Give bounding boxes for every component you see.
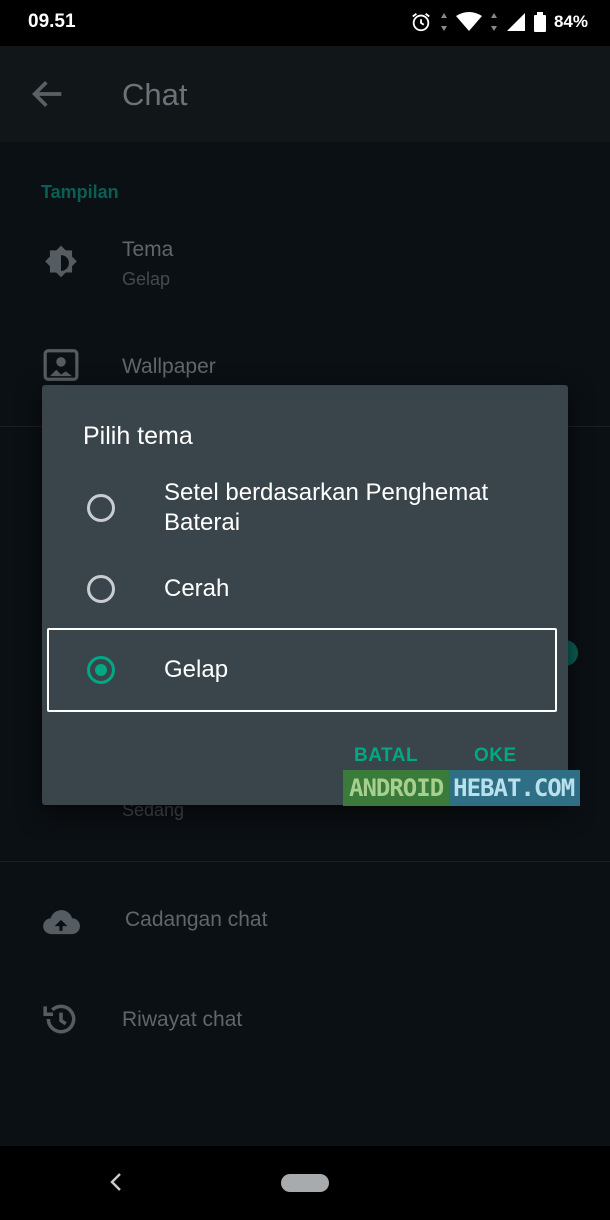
option-label: Setel berdasarkan Penghemat Baterai: [164, 479, 489, 536]
battery-icon: [533, 12, 546, 32]
ok-button[interactable]: OKE: [474, 745, 517, 767]
wifi-icon: [455, 12, 482, 31]
option-label: Cerah: [164, 575, 230, 602]
brightness-icon: [45, 245, 77, 278]
radio-button[interactable]: [87, 575, 115, 603]
option-light[interactable]: Cerah: [42, 561, 568, 621]
theme-title: Tema: [122, 238, 174, 261]
backup-title: Cadangan chat: [125, 908, 268, 931]
page-title: Chat: [122, 77, 188, 112]
option-label: Gelap: [164, 656, 229, 683]
data-arrows-icon: [440, 13, 447, 31]
navigation-bar: [0, 1146, 610, 1220]
cloud-upload-icon: [43, 910, 80, 935]
radio-button[interactable]: [87, 494, 115, 522]
cancel-button[interactable]: BATAL: [354, 745, 418, 767]
status-icons: 84%: [410, 11, 588, 33]
option-battery-saver[interactable]: Setel berdasarkan Penghemat Baterai: [42, 479, 568, 545]
app-bar: Chat: [0, 46, 610, 142]
watermark-part2: HEBAT.COM: [449, 770, 581, 806]
history-title: Riwayat chat: [122, 1008, 243, 1031]
battery-percent: 84%: [553, 12, 588, 31]
nav-back-icon[interactable]: [105, 1170, 129, 1194]
history-icon: [43, 1004, 76, 1034]
data-arrows-icon-2: [490, 13, 497, 31]
signal-icon: [506, 13, 525, 31]
section-label-display: Tampilan: [41, 182, 119, 202]
arrow-left-icon[interactable]: [28, 74, 68, 114]
status-bar: 09.51 84%: [0, 0, 610, 46]
alarm-icon: [412, 13, 430, 32]
watermark-logo: ANDROID HEBAT.COM: [343, 770, 581, 806]
radio-button-checked[interactable]: [87, 656, 115, 684]
dialog-title: Pilih tema: [83, 422, 193, 450]
status-time: 09.51: [28, 11, 76, 32]
wallpaper-title: Wallpaper: [122, 355, 216, 378]
theme-dialog: Pilih tema Setel berdasarkan Penghemat B…: [42, 385, 568, 805]
option-dark[interactable]: Gelap: [42, 641, 568, 701]
theme-value: Gelap: [122, 269, 171, 289]
divider-2: [0, 861, 610, 862]
wallpaper-icon: [43, 349, 79, 381]
home-pill[interactable]: [281, 1174, 329, 1192]
watermark-part1: ANDROID: [343, 770, 450, 806]
